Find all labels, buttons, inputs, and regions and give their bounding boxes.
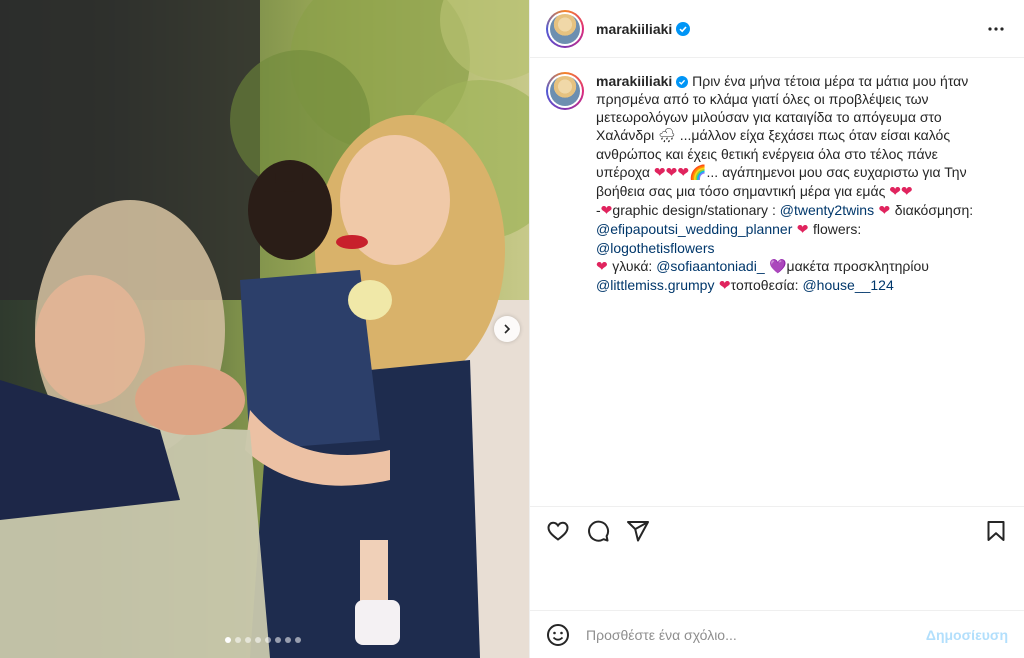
emoji-picker-button[interactable]: [546, 623, 570, 647]
avatar[interactable]: [546, 9, 584, 48]
heart-emoji: ❤❤: [889, 184, 913, 200]
verified-badge-icon: [676, 76, 689, 88]
action-bar: [530, 506, 1024, 554]
rain-cloud-emoji: 🌧: [658, 128, 676, 144]
mention-link[interactable]: @twenty2twins: [780, 202, 874, 218]
caption-text: marakiiliaki Πριν ένα μήνα τέτοια μέρα τ…: [596, 73, 974, 294]
mention-link[interactable]: @littlemiss.grumpy: [596, 277, 714, 293]
carousel-dot: [235, 637, 241, 643]
heart-emoji: ❤❤❤: [653, 165, 690, 181]
add-comment-bar: Δημοσίευση: [530, 610, 1024, 658]
post-side-panel: marakiiliaki marakiiliaki Πριν ένα μήνα …: [529, 0, 1024, 658]
avatar-image: [550, 13, 580, 44]
heart-outline-icon: [547, 521, 569, 541]
photo-scene: [0, 0, 529, 658]
bookmark-icon: [987, 520, 1005, 541]
caption-avatar[interactable]: [546, 72, 584, 110]
carousel-dot: [295, 637, 301, 643]
comment-button[interactable]: [586, 519, 610, 543]
post-photo[interactable]: [0, 0, 529, 658]
carousel-dot: [275, 637, 281, 643]
caption-row: marakiiliaki Πριν ένα μήνα τέτοια μέρα τ…: [546, 72, 1008, 295]
paper-plane-icon: [627, 520, 649, 541]
mention-link[interactable]: @efipapoutsi_wedding_planner: [596, 221, 792, 237]
chevron-right-icon: [504, 324, 511, 334]
mention-link[interactable]: @sofiaantoniadi_: [656, 258, 764, 274]
carousel-dot: [285, 637, 291, 643]
carousel-dot: [265, 637, 271, 643]
header-username[interactable]: marakiiliaki: [596, 21, 672, 37]
rainbow-emoji: 🌈: [689, 165, 707, 181]
carousel-dot: [245, 637, 251, 643]
caption-username[interactable]: marakiiliaki: [596, 73, 672, 89]
verified-badge-icon: [676, 21, 691, 36]
carousel-indicator: [225, 637, 301, 643]
mention-link[interactable]: @logothetisflowers: [596, 240, 715, 256]
comments-area: marakiiliaki Πριν ένα μήνα τέτοια μέρα τ…: [530, 58, 1024, 506]
smiley-icon: [547, 623, 569, 646]
carousel-dot: [255, 637, 261, 643]
ellipsis-icon[interactable]: [984, 17, 1008, 41]
post-comment-button[interactable]: Δημοσίευση: [926, 627, 1008, 643]
save-button[interactable]: [984, 519, 1008, 543]
comment-input[interactable]: [586, 626, 926, 643]
next-slide-button[interactable]: [494, 316, 520, 342]
mention-link[interactable]: @house__124: [802, 277, 893, 293]
comment-bubble-icon: [588, 520, 610, 542]
share-button[interactable]: [626, 519, 650, 543]
post-header: marakiiliaki: [530, 0, 1024, 58]
carousel-dot: [225, 637, 231, 643]
like-button[interactable]: [546, 519, 570, 543]
